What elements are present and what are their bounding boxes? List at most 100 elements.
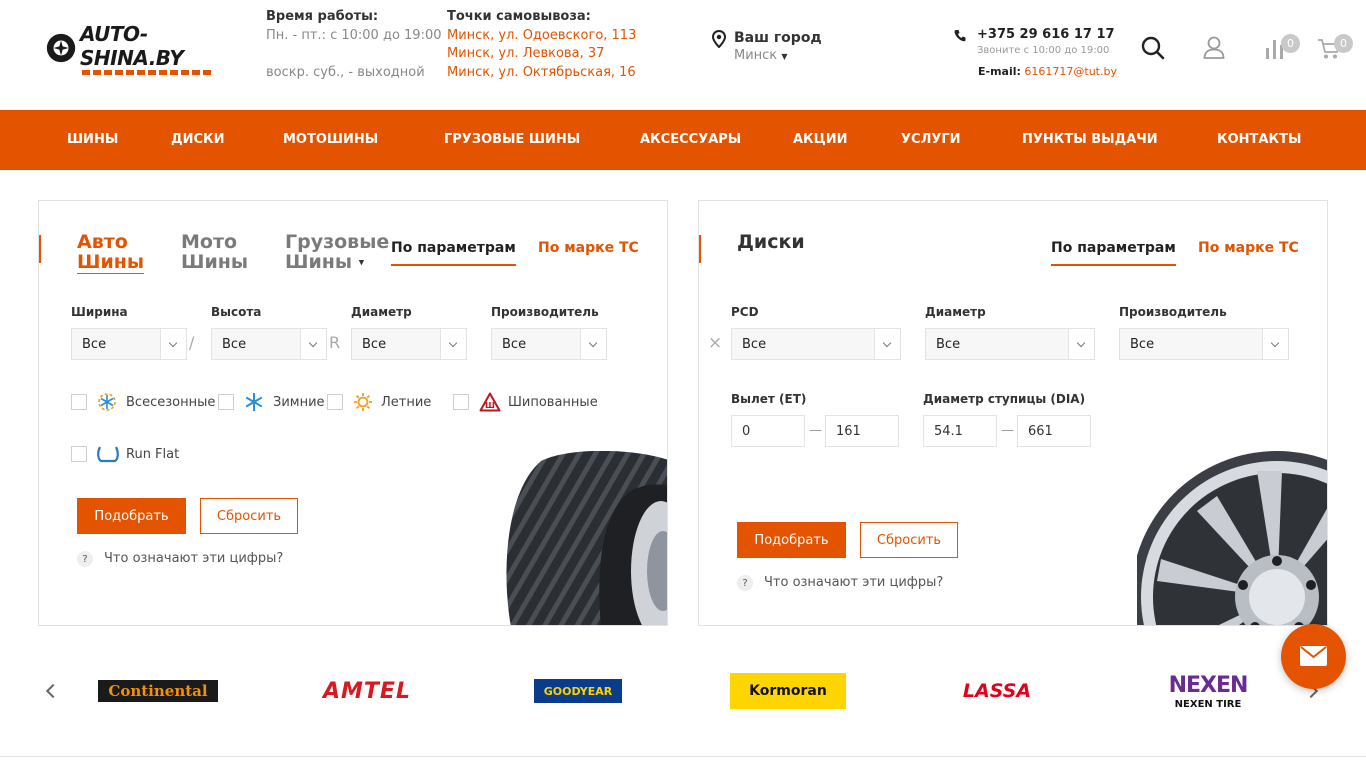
diameter-select[interactable]: Все [925,328,1095,360]
tires-help-link[interactable]: Что означают эти цифры? [104,551,283,566]
size-separator-r: R [329,333,341,352]
disks-help-link[interactable]: Что означают эти цифры? [764,575,943,590]
nav-item-disks[interactable]: ДИСКИ [171,110,225,170]
logo-stripe [82,69,213,75]
tab-auto-tires[interactable]: Авто Шины [77,232,145,274]
caret-down-icon: ▼ [358,258,365,267]
brand-logo-nexen[interactable]: NEXEN NEXEN TIRE [1169,666,1249,716]
email-link[interactable]: 6161717@tut.by [1024,65,1117,78]
tab-by-params[interactable]: По параметрам [1051,240,1176,266]
winter-checkbox[interactable] [218,394,234,410]
offset-to-input[interactable]: 161 [825,415,899,447]
offset-from-value: 0 [742,424,751,439]
maker-select[interactable]: Все [491,328,607,360]
pcd-select[interactable]: Все [731,328,901,360]
phone-icon [954,30,966,42]
nav-item-contacts[interactable]: КОНТАКТЫ [1217,110,1301,170]
city-label[interactable]: Ваш город [734,30,822,46]
site-logo[interactable]: AUTO-SHINA.BY [46,22,222,75]
diameter-select[interactable]: Все [351,328,467,360]
brand-name: LASSA [962,680,1032,702]
chevron-down-icon [1262,329,1288,359]
width-select[interactable]: Все [71,328,187,360]
pickup-title: Точки самовывоза: [447,9,591,24]
brand-logo-continental[interactable]: Continental [98,680,218,702]
email-row: E-mail: 6161717@tut.by [978,65,1117,78]
tire-image [506,451,667,625]
cart-count-badge: 0 [1334,34,1353,53]
disks-title: Диски [737,231,805,253]
brand-logo-goodyear[interactable]: GOODYEAR [534,679,622,703]
svg-text:Ш: Ш [485,401,495,410]
studded-checkbox[interactable] [453,394,469,410]
pickup-point-link[interactable]: Минск, ул. Левкова, 37 [447,46,604,61]
site-header: AUTO-SHINA.BY Время работы: Пн. - пт.: с… [0,0,1366,110]
pickup-point-link[interactable]: Минск, ул. Одоевского, 113 [447,28,636,43]
tab-truck-tires[interactable]: Грузовые Шины ▼ [285,232,389,273]
diameter-select-value: Все [936,337,961,352]
nav-item-truck-tires[interactable]: ГРУЗОВЫЕ ШИНЫ [444,110,580,170]
city-select[interactable]: Минск ▼ [734,48,787,63]
brand-subname: NEXEN TIRE [1174,698,1242,710]
offset-to-value: 161 [836,424,861,439]
hub-from-input[interactable]: 54.1 [923,415,997,447]
nav-item-pickup-points[interactable]: ПУНКТЫ ВЫДАЧИ [1022,110,1158,170]
size-separator-slash: / [189,333,195,352]
search-icon[interactable] [1141,36,1165,60]
hub-to-input[interactable]: 661 [1017,415,1091,447]
tab-moto-tires[interactable]: Мото Шины [181,232,248,272]
all-season-checkbox[interactable] [71,394,87,410]
height-label: Высота [211,305,262,319]
phone-number[interactable]: +375 29 616 17 17 [977,27,1115,42]
carousel-prev-icon[interactable] [45,683,61,699]
nav-item-services[interactable]: УСЛУГИ [901,110,961,170]
contact-mail-button[interactable] [1281,624,1346,689]
tires-reset-button[interactable]: Сбросить [200,498,298,534]
compare-count-badge: 0 [1281,34,1300,53]
nav-item-tires[interactable]: ШИНЫ [67,110,118,170]
tab-truck-tires-line1: Грузовые [285,231,390,253]
tab-truck-tires-line2: Шины [285,251,353,273]
range-dash: — [1001,423,1014,438]
width-label: Ширина [71,305,128,319]
tires-submit-button[interactable]: Подобрать [77,498,186,534]
hub-to-value: 661 [1028,424,1053,439]
pickup-point-link[interactable]: Минск, ул. Октябрьская, 16 [447,65,636,80]
clear-icon[interactable]: × [708,333,722,353]
brand-logo-amtel[interactable]: AMTEL [305,678,429,704]
caret-down-icon: ▼ [781,52,788,61]
active-tab-marker [39,235,41,263]
help-icon[interactable]: ? [737,575,753,591]
summer-checkbox[interactable] [327,394,343,410]
range-dash: — [809,423,822,438]
user-icon[interactable] [1203,36,1225,60]
tab-by-params[interactable]: По параметрам [391,240,516,266]
disks-reset-button[interactable]: Сбросить [860,522,958,558]
chevron-down-icon [580,329,606,359]
nav-item-promotions[interactable]: АКЦИИ [793,110,848,170]
nav-item-moto-tires[interactable]: МОТОШИНЫ [283,110,378,170]
maker-select[interactable]: Все [1119,328,1289,360]
brand-logo-lassa[interactable]: LASSA [938,679,1056,703]
nav-item-accessories[interactable]: АКСЕССУАРЫ [640,110,741,170]
sun-icon [354,393,372,411]
runflat-checkbox[interactable] [71,446,87,462]
hours-weekdays: Пн. - пт.: с 10:00 до 19:00 [266,28,442,43]
help-icon[interactable]: ? [77,551,93,567]
brand-logo-kormoran[interactable]: Kormoran [730,673,846,709]
tab-by-vehicle[interactable]: По марке ТС [1198,240,1299,256]
brand-name: Continental [108,682,208,700]
tab-moto-tires-line2: Шины [181,251,249,273]
footer-divider [0,756,1366,757]
tire-search-panel: Авто Шины Мото Шины Грузовые Шины ▼ По п… [38,200,668,626]
disks-submit-button[interactable]: Подобрать [737,522,846,558]
runflat-label: Run Flat [126,447,180,462]
maker-select-value: Все [502,337,527,352]
tab-by-vehicle[interactable]: По марке ТС [538,240,639,256]
width-select-value: Все [82,337,107,352]
height-select-value: Все [222,337,247,352]
height-select[interactable]: Все [211,328,327,360]
offset-from-input[interactable]: 0 [731,415,805,447]
brand-name: NEXEN [1168,672,1249,698]
chevron-down-icon [160,329,186,359]
